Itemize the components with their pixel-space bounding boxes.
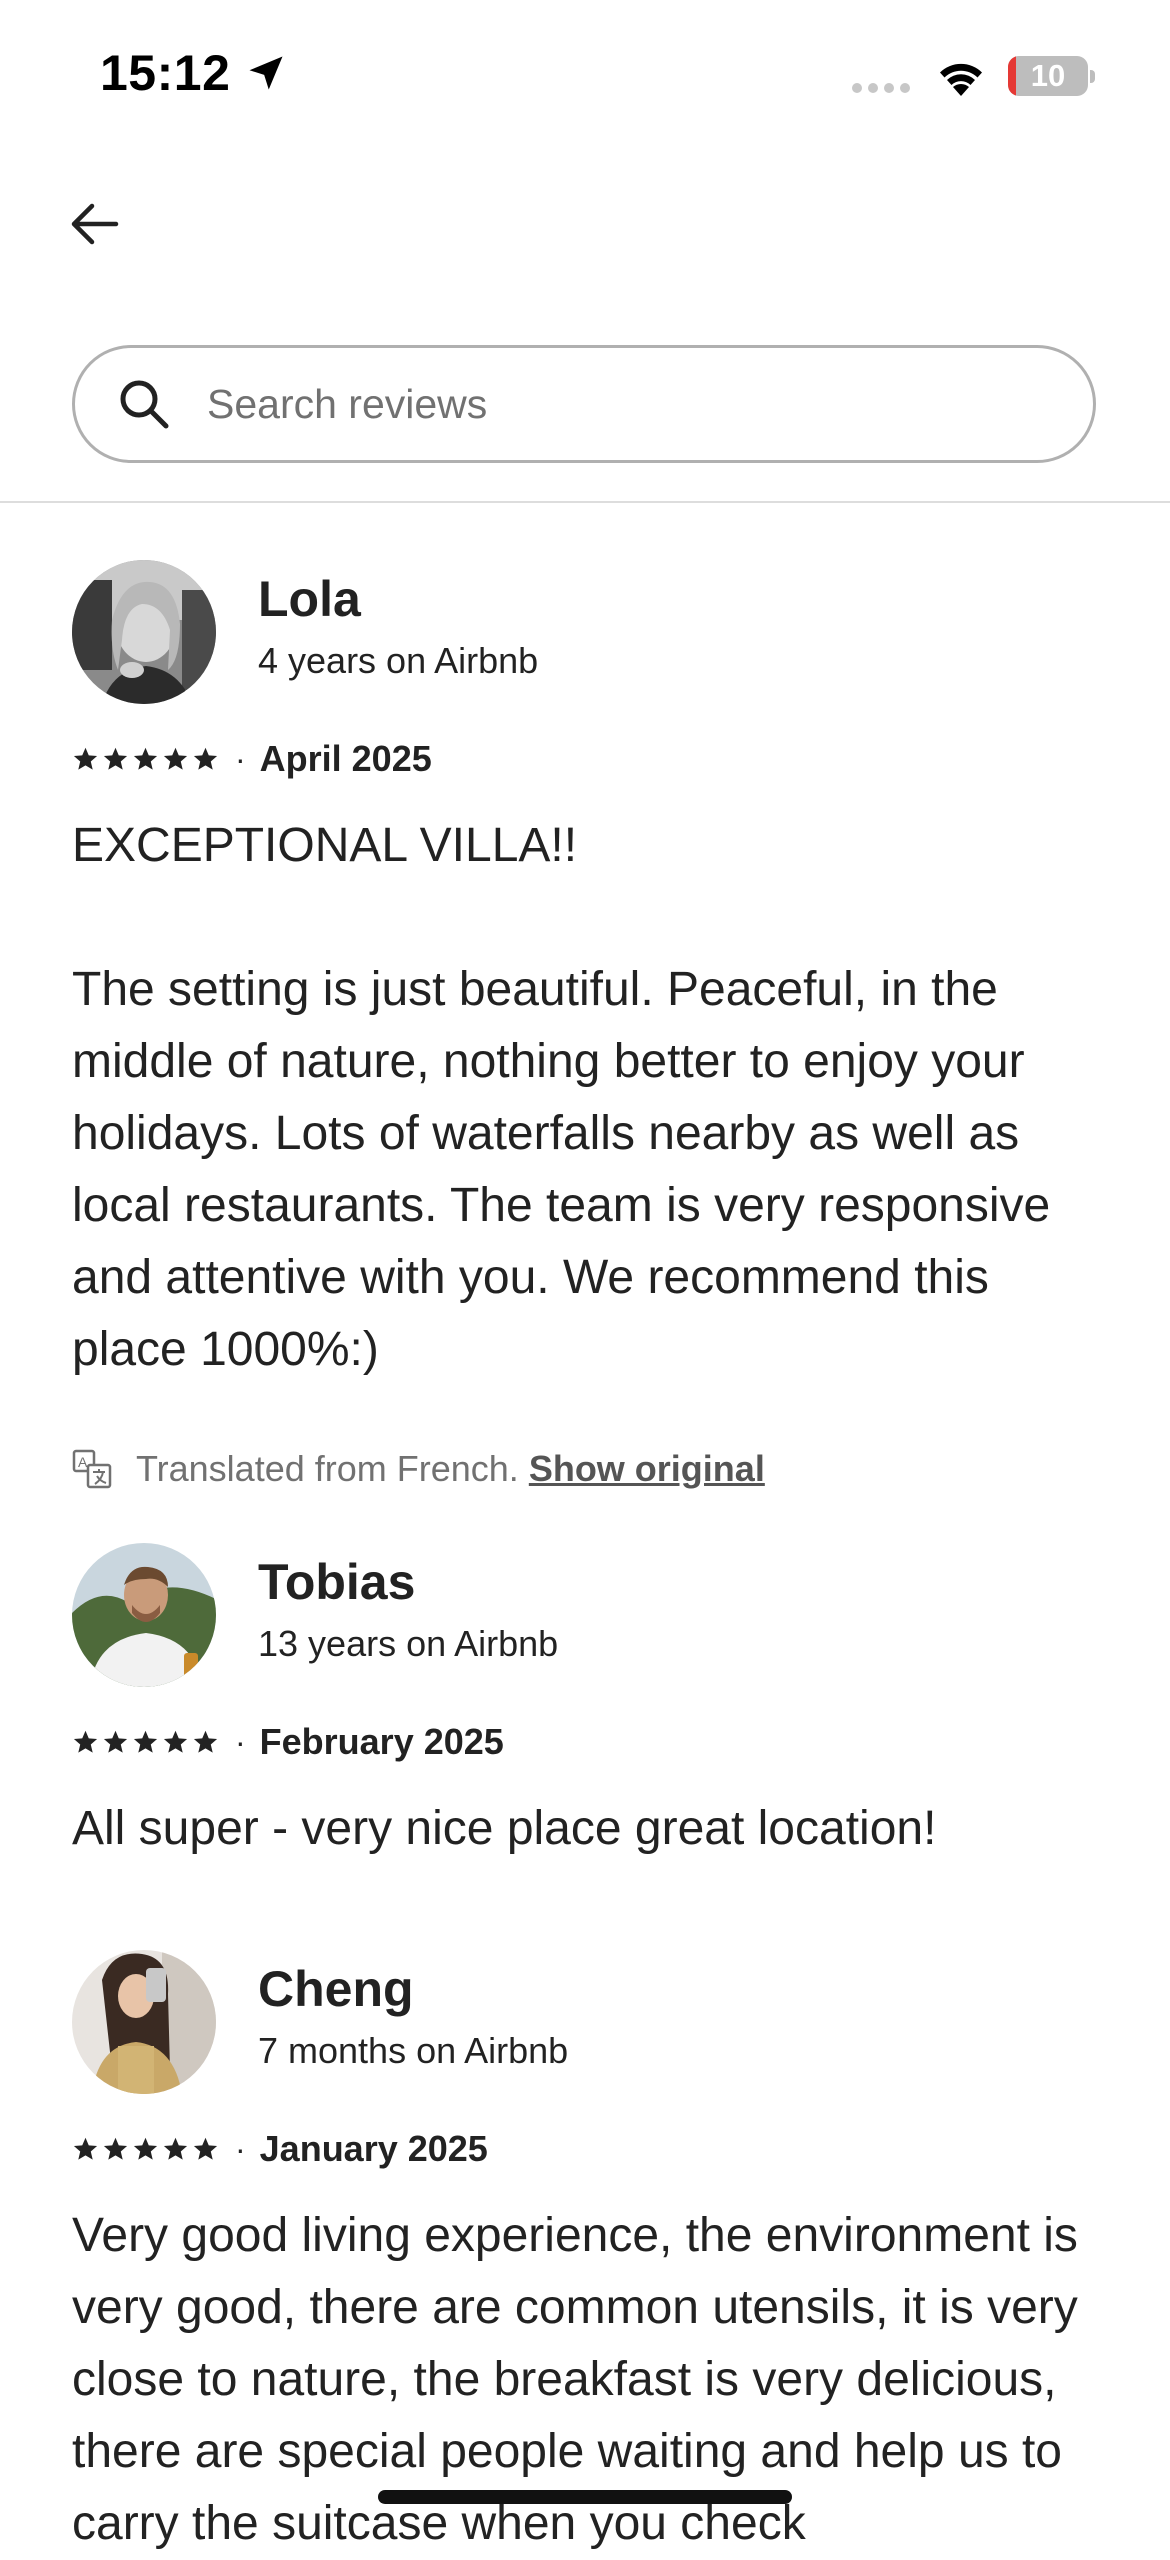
star-icon [163,747,188,770]
review-text: Very good living experience, the environ… [72,2209,1078,2550]
star-icon [133,747,158,770]
star-icon [133,1730,158,1753]
dot-separator: · [235,740,246,777]
reviewer-tenure: 13 years on Airbnb [258,1623,559,1664]
search-input[interactable] [205,379,1029,429]
star-icon [73,747,98,770]
search-bar[interactable] [72,345,1096,463]
svg-text:A: A [78,1454,88,1470]
star-icon [163,2137,188,2160]
avatar[interactable] [72,1950,216,2094]
battery-tip [1090,70,1095,83]
review-meta: · January 2025 [72,2128,488,2170]
review-text: EXCEPTIONAL VILLA!! The setting is just … [72,819,1051,1376]
reviewer-name: Tobias [258,1554,416,1610]
star-icon [103,747,128,770]
divider [0,501,1170,503]
review-date: February 2025 [259,1721,504,1762]
wifi-icon [940,63,982,96]
arrow-left-icon [71,203,119,245]
star-icon [133,2137,158,2160]
battery-icon: 10 [1008,56,1088,96]
star-icon [163,1730,188,1753]
star-icon [73,1730,98,1753]
translation-note: A Translated from French. Show original [72,1448,765,1490]
star-icon [73,2137,98,2160]
star-rating [72,746,219,773]
star-icon [193,2137,218,2160]
reviewer-tenure: 4 years on Airbnb [258,640,539,681]
dot-separator: · [235,2130,246,2167]
back-button[interactable] [66,198,122,250]
location-arrow-icon [249,56,283,90]
home-indicator[interactable] [378,2490,792,2504]
reviewer-name: Cheng [258,1961,414,2017]
dot-separator: · [235,1723,246,1760]
star-icon [193,1730,218,1753]
cellular-signal-icon [852,83,910,93]
review-meta: · February 2025 [72,1721,504,1763]
reviewer-tenure: 7 months on Airbnb [258,2030,569,2071]
avatar[interactable] [72,560,216,704]
review-date: January 2025 [259,2128,488,2169]
translate-icon: A [72,1449,112,1489]
star-icon [193,747,218,770]
battery-level: 10 [1030,58,1066,93]
status-bar: 15:12 10 [0,0,1170,150]
show-original-link[interactable]: Show original [529,1448,765,1490]
review-text: All super - very nice place great locati… [72,1802,937,1855]
review-meta: · April 2025 [72,738,432,780]
translation-text: Translated from French. [136,1448,519,1489]
star-rating [72,1729,219,1756]
search-icon [120,380,169,429]
avatar[interactable] [72,1543,216,1687]
star-icon [103,2137,128,2160]
reviewer-name: Lola [258,571,361,627]
star-icon [103,1730,128,1753]
review-date: April 2025 [259,738,432,779]
status-time-text: 15:12 [100,45,231,101]
star-rating [72,2136,219,2163]
status-time: 15:12 [100,44,288,102]
